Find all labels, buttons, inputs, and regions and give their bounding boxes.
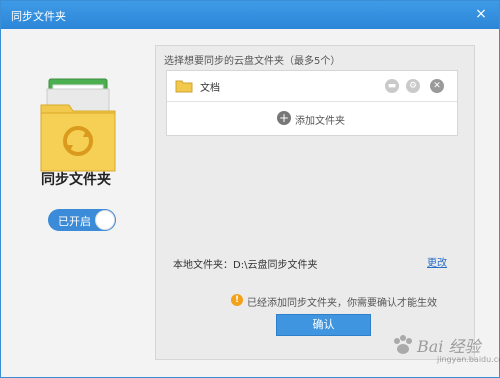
add-folder-button[interactable]: + 添加文件夹 [167, 103, 457, 135]
toggle-label: 已开启 [58, 215, 91, 228]
watermark-sub: jingyan.baidu.com [437, 355, 500, 364]
folder-list: 文档 ▬ ⚙ ✕ + 添加文件夹 [166, 70, 458, 136]
watermark: Bai 经验 jingyan.baidu.com [385, 325, 500, 371]
list-item[interactable]: 文档 ▬ ⚙ ✕ [167, 71, 457, 102]
paw-icon [394, 335, 412, 354]
local-folder-path: 本地文件夹：D:\云盘同步文件夹 [173, 260, 318, 271]
toggle-knob[interactable] [95, 210, 115, 230]
confirm-button[interactable]: 确认 [276, 314, 371, 336]
panel-hint: 选择想要同步的云盘文件夹（最多5个） [164, 56, 341, 67]
folder-heading: 同步文件夹 [41, 172, 111, 188]
title-bar[interactable]: 同步文件夹 × [1, 1, 499, 29]
notice-text: 已经添加同步文件夹，你需要确认才能生效 [247, 298, 437, 309]
change-link[interactable]: 更改 [427, 254, 447, 269]
settings-panel: 选择想要同步的云盘文件夹（最多5个） 文档 ▬ ⚙ ✕ + 添加文件夹 本地文件… [155, 45, 475, 360]
settings-icon[interactable]: ⚙ [406, 79, 420, 93]
folder-icon [175, 80, 193, 93]
sync-toggle[interactable]: 已开启 [48, 209, 116, 231]
remove-icon[interactable]: ✕ [430, 79, 444, 93]
close-icon[interactable]: × [473, 6, 489, 22]
watermark-text: Bai 经验 [417, 337, 481, 356]
warning-icon: ! [231, 294, 243, 306]
window-title: 同步文件夹 [11, 10, 66, 23]
sync-folder-dialog: 同步文件夹 × 同步文件夹 已开启 选择想要同步的云盘文件夹（最多5个） 文档 … [0, 0, 500, 378]
plus-icon: + [277, 111, 291, 125]
left-pane: 同步文件夹 已开启 [1, 29, 151, 377]
add-folder-label: 添加文件夹 [295, 116, 345, 127]
folder-name: 文档 [200, 83, 220, 94]
open-folder-icon[interactable]: ▬ [385, 79, 399, 93]
sync-folder-icon [40, 78, 116, 172]
